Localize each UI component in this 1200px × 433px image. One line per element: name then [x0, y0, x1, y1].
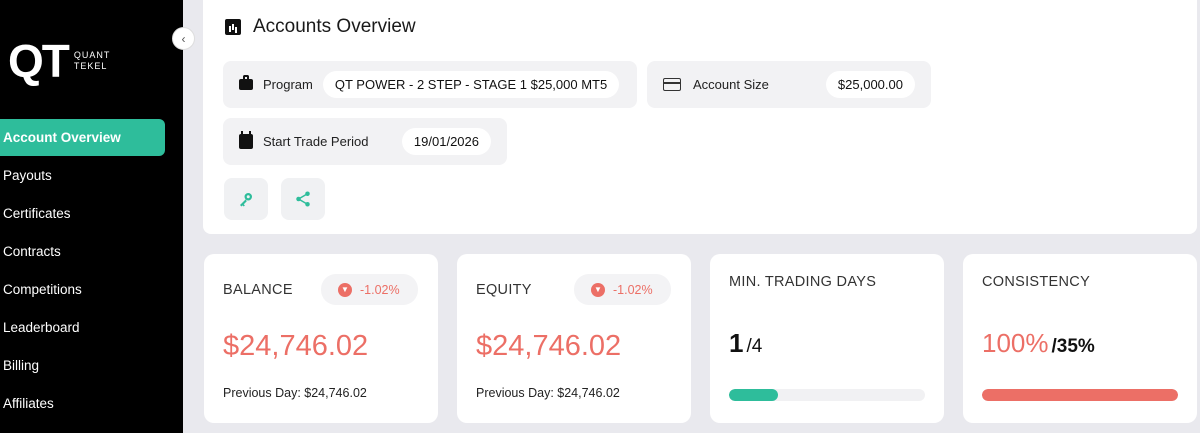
brand-logo[interactable]: QT QUANT TEKEL: [8, 38, 110, 84]
key-icon: [240, 193, 252, 207]
min-trading-days-value: 1/4: [729, 328, 762, 359]
account-size-label: Account Size: [693, 77, 769, 92]
page-title: Accounts Overview: [225, 16, 416, 38]
account-size-info: Account Size $25,000.00: [647, 61, 931, 108]
min-trading-days-title: MIN. TRADING DAYS: [729, 274, 877, 290]
min-trading-days-current: 1: [729, 328, 744, 358]
credit-card-icon: [663, 78, 681, 91]
equity-change-value: -1.02%: [613, 282, 653, 297]
balance-value: $24,746.02: [223, 330, 369, 362]
sidebar-nav: Account Overview Payouts Certificates Co…: [0, 119, 183, 423]
chevron-down-icon: ▼: [591, 282, 605, 297]
min-trading-days-card: MIN. TRADING DAYS 1/4: [710, 254, 944, 423]
min-trading-days-progress-fill: [729, 389, 778, 401]
balance-change-badge: ▼ -1.02%: [321, 274, 418, 305]
logo-mark: QT: [8, 35, 70, 87]
equity-title: EQUITY: [476, 282, 532, 298]
sidebar-item-payouts[interactable]: Payouts: [0, 157, 183, 195]
equity-value: $24,746.02: [476, 330, 622, 362]
sidebar-item-certificates[interactable]: Certificates: [0, 195, 183, 233]
calendar-icon: [239, 131, 253, 149]
program-label: Program: [263, 77, 313, 92]
consistency-progress-fill: [982, 389, 1178, 401]
briefcase-icon: [239, 75, 253, 90]
page-title-text: Accounts Overview: [253, 16, 416, 37]
program-value: QT POWER - 2 STEP - STAGE 1 $25,000 MT5: [322, 71, 620, 98]
balance-card: BALANCE ▼ -1.02% $24,746.02 Previous Day…: [204, 254, 438, 423]
consistency-target: /35%: [1051, 336, 1095, 357]
consistency-value: 100%/35%: [982, 328, 1095, 359]
sidebar: QT QUANT TEKEL Account Overview Payouts …: [0, 0, 183, 433]
chevron-down-icon: ▼: [338, 282, 352, 297]
share-icon: [296, 191, 310, 207]
logo-text: QUANT TEKEL: [74, 50, 111, 72]
start-trade-label: Start Trade Period: [263, 134, 369, 149]
balance-change-value: -1.02%: [360, 282, 400, 297]
start-trade-value: 19/01/2026: [401, 128, 491, 155]
min-trading-days-progress-bar: [729, 389, 925, 401]
equity-card: EQUITY ▼ -1.02% $24,746.02 Previous Day:…: [457, 254, 691, 423]
sidebar-collapse-button[interactable]: ‹: [172, 27, 195, 50]
chevron-left-icon: ‹: [181, 31, 186, 46]
sidebar-item-affiliates[interactable]: Affiliates: [0, 385, 183, 423]
program-info: Program QT POWER - 2 STEP - STAGE 1 $25,…: [223, 61, 637, 108]
accounts-overview-panel: Accounts Overview Program QT POWER - 2 S…: [203, 0, 1197, 234]
equity-change-badge: ▼ -1.02%: [574, 274, 671, 305]
credentials-key-button[interactable]: [224, 178, 268, 220]
share-button[interactable]: [281, 178, 325, 220]
equity-previous-day: Previous Day: $24,746.02: [476, 386, 620, 400]
logo-line-2: TEKEL: [73, 61, 108, 71]
consistency-title: CONSISTENCY: [982, 274, 1091, 290]
start-trade-info: Start Trade Period 19/01/2026: [223, 118, 507, 165]
balance-title: BALANCE: [223, 282, 293, 298]
min-trading-days-target: /4: [746, 336, 763, 357]
consistency-current: 100%: [982, 328, 1049, 358]
logo-line-1: QUANT: [73, 50, 111, 60]
sidebar-item-competitions[interactable]: Competitions: [0, 271, 183, 309]
sidebar-item-account-overview[interactable]: Account Overview: [0, 119, 165, 156]
balance-previous-day: Previous Day: $24,746.02: [223, 386, 367, 400]
consistency-card: CONSISTENCY 100%/35%: [963, 254, 1197, 423]
sidebar-item-contracts[interactable]: Contracts: [0, 233, 183, 271]
consistency-progress-bar: [982, 389, 1178, 401]
bar-chart-icon: [225, 19, 241, 35]
account-size-value: $25,000.00: [825, 71, 915, 98]
sidebar-item-billing[interactable]: Billing: [0, 347, 183, 385]
sidebar-item-leaderboard[interactable]: Leaderboard: [0, 309, 183, 347]
